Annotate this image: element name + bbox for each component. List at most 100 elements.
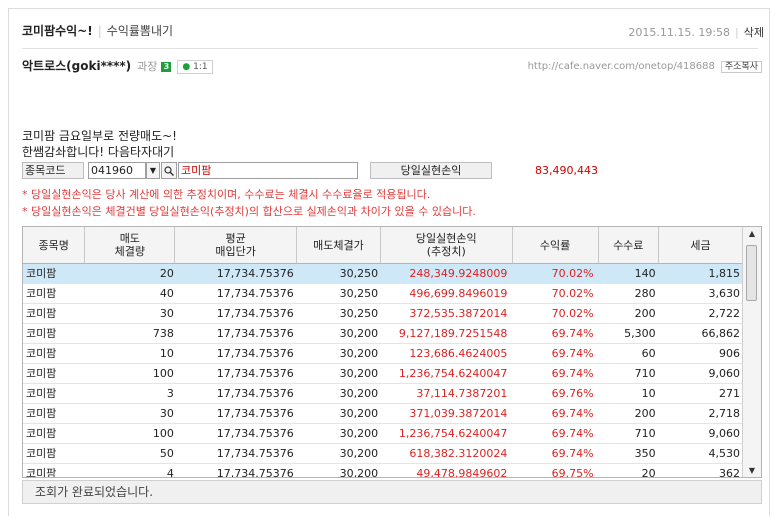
status-bar: 조회가 완료되었습니다.: [22, 480, 762, 504]
header-realized-profit: 당일실현손익 (추정치): [381, 227, 513, 263]
cell-stock-name: 코미팜: [26, 307, 57, 320]
cell-fee: 20: [641, 467, 656, 478]
cell-fee: 5,300: [624, 327, 656, 340]
cell-realized-profit: 248,349.9248009: [409, 267, 508, 280]
cell-sell-qty: 738: [152, 327, 174, 340]
cell-return-rate: 69.74%: [551, 367, 594, 380]
execution-grid: 종목명 매도 체결량 평균 매입단가 매도체결가 당일실현손익 (추정치) 수익…: [22, 226, 762, 478]
cell-avg-buy-price: 17,734.75376: [216, 447, 294, 460]
table-row[interactable]: 코미팜 3 17,734.75376 30,200 37,114.7387201 69.7…: [23, 384, 743, 404]
post-meta: 2015.11.15. 19:58 | 삭제: [628, 24, 764, 40]
cell-avg-buy-price: 17,734.75376: [216, 307, 294, 320]
cell-fee: 200: [634, 407, 656, 420]
cell-return-rate: 69.74%: [551, 327, 594, 340]
header-separator: |: [97, 24, 102, 38]
cell-avg-buy-price: 17,734.75376: [216, 387, 294, 400]
cell-realized-profit: 37,114.7387201: [416, 387, 508, 400]
vertical-scrollbar[interactable]: ▲ ▼: [742, 227, 761, 477]
cell-stock-name: 코미팜: [26, 407, 57, 420]
grid-header: 종목명 매도 체결량 평균 매입단가 매도체결가 당일실현손익 (추정치) 수익…: [23, 227, 743, 264]
grade-badge-icon: 3: [161, 62, 172, 72]
cell-sell-qty: 20: [159, 267, 174, 280]
board-name-link[interactable]: 수익률뽐내기: [107, 24, 173, 38]
cell-sell-qty: 40: [159, 287, 174, 300]
delete-button[interactable]: 삭제: [744, 26, 764, 39]
table-row[interactable]: 코미팜 10 17,734.75376 30,200 123,686.4624005 69…: [23, 344, 743, 364]
cell-tax: 1,815: [708, 267, 741, 280]
cell-tax: 271: [719, 387, 740, 400]
cell-realized-profit: 1,236,754.6240047: [398, 367, 508, 380]
post-url-link[interactable]: http://cafe.naver.com/onetop/418688: [528, 61, 715, 72]
cell-avg-buy-price: 17,734.75376: [216, 367, 294, 380]
header-stock-name: 종목명: [23, 227, 86, 263]
table-row[interactable]: 코미팜 30 17,734.75376 30,250 372,535.3872014 70…: [23, 304, 743, 324]
cell-sell-qty: 4: [166, 467, 174, 478]
cell-fee: 10: [641, 387, 656, 400]
body-line: 한쌤감솨합니다! 다음타자대기: [22, 145, 175, 159]
cell-avg-buy-price: 17,734.75376: [216, 467, 294, 478]
cell-avg-buy-price: 17,734.75376: [216, 327, 294, 340]
table-row[interactable]: 코미팜 100 17,734.75376 30,200 1,236,754.624004…: [23, 364, 743, 384]
table-row[interactable]: 코미팜 30 17,734.75376 30,200 371,039.3872014 69…: [23, 404, 743, 424]
chat-button[interactable]: ● 1:1: [177, 60, 213, 74]
header-fee: 수수료: [599, 227, 659, 263]
header-avg-buy-price: 평균 매입단가: [175, 227, 297, 263]
cell-sell-price: 30,250: [339, 287, 379, 300]
body-line: 코미팜 금요일부로 전량매도~!: [22, 129, 177, 143]
header-tax: 세금: [659, 227, 743, 263]
cell-stock-name: 코미팜: [26, 387, 57, 400]
cell-fee: 280: [634, 287, 656, 300]
cell-fee: 140: [634, 267, 656, 280]
cell-tax: 2,722: [708, 307, 741, 320]
post-title: 코미팜수익~!: [22, 24, 93, 38]
arrow-up-icon[interactable]: ▲: [743, 229, 761, 238]
chevron-down-icon[interactable]: ▼: [146, 162, 160, 179]
cell-sell-qty: 100: [152, 427, 174, 440]
arrow-down-icon[interactable]: ▼: [743, 466, 761, 475]
cell-sell-qty: 100: [152, 367, 174, 380]
table-row[interactable]: 코미팜 100 17,734.75376 30,200 1,236,754.624004…: [23, 424, 743, 444]
author-info: 악트로스(goki****) 과장 3 ● 1:1: [22, 57, 213, 74]
cell-stock-name: 코미팜: [26, 327, 57, 340]
header-sell-qty: 매도 체결량: [85, 227, 176, 263]
stock-code-input[interactable]: 041960: [88, 162, 146, 179]
cell-return-rate: 69.74%: [551, 427, 594, 440]
cell-realized-profit: 371,039.3872014: [409, 407, 508, 420]
cell-realized-profit: 372,535.3872014: [409, 307, 508, 320]
author-rank: 과장: [137, 60, 158, 73]
post-url-bar: http://cafe.naver.com/onetop/418688 주소복사: [528, 59, 762, 73]
stock-code-label: 종목코드: [22, 162, 84, 179]
copy-address-button[interactable]: 주소복사: [720, 61, 762, 73]
notice-line: * 당일실현손익은 당사 계산에 의한 추정치이며, 수수료는 체결시 수수료율…: [22, 188, 431, 201]
header-divider: [22, 48, 758, 49]
cell-sell-price: 30,200: [339, 367, 379, 380]
table-row[interactable]: 코미팜 50 17,734.75376 30,200 618,382.3120024 69…: [23, 444, 743, 464]
cell-stock-name: 코미팜: [26, 447, 57, 460]
table-row[interactable]: 코미팜 40 17,734.75376 30,250 496,699.8496019 70…: [23, 284, 743, 304]
cell-avg-buy-price: 17,734.75376: [216, 427, 294, 440]
author-nickname[interactable]: 악트로스(goki****): [22, 59, 131, 73]
cell-return-rate: 70.02%: [551, 307, 594, 320]
table-row[interactable]: 코미팜 4 17,734.75376 30,200 49,478.9849602 69.7…: [23, 464, 743, 478]
cell-sell-price: 30,200: [339, 407, 379, 420]
table-row[interactable]: 코미팜 738 17,734.75376 30,200 9,127,189.725154…: [23, 324, 743, 344]
cell-sell-price: 30,200: [339, 387, 379, 400]
cell-avg-buy-price: 17,734.75376: [216, 347, 294, 360]
status-text: 조회가 완료되었습니다.: [35, 485, 154, 499]
scroll-thumb[interactable]: [746, 245, 757, 301]
cell-fee: 710: [634, 427, 656, 440]
cell-sell-qty: 30: [159, 307, 174, 320]
cell-realized-profit: 9,127,189.7251548: [398, 327, 508, 340]
cell-return-rate: 69.74%: [551, 347, 594, 360]
cell-fee: 200: [634, 307, 656, 320]
search-icon[interactable]: [161, 162, 177, 179]
cell-sell-price: 30,200: [339, 447, 379, 460]
cell-tax: 362: [719, 467, 740, 478]
cell-return-rate: 69.76%: [551, 387, 594, 400]
table-row[interactable]: 코미팜 20 17,734.75376 30,250 248,349.9248009 70…: [23, 264, 743, 284]
cell-sell-qty: 30: [159, 407, 174, 420]
stock-name-field: 코미팜: [178, 162, 358, 179]
notice-box: * 당일실현손익은 당사 계산에 의한 추정치이며, 수수료는 체결시 수수료율…: [22, 186, 476, 220]
cell-stock-name: 코미팜: [26, 427, 57, 440]
cell-realized-profit: 49,478.9849602: [416, 467, 508, 478]
